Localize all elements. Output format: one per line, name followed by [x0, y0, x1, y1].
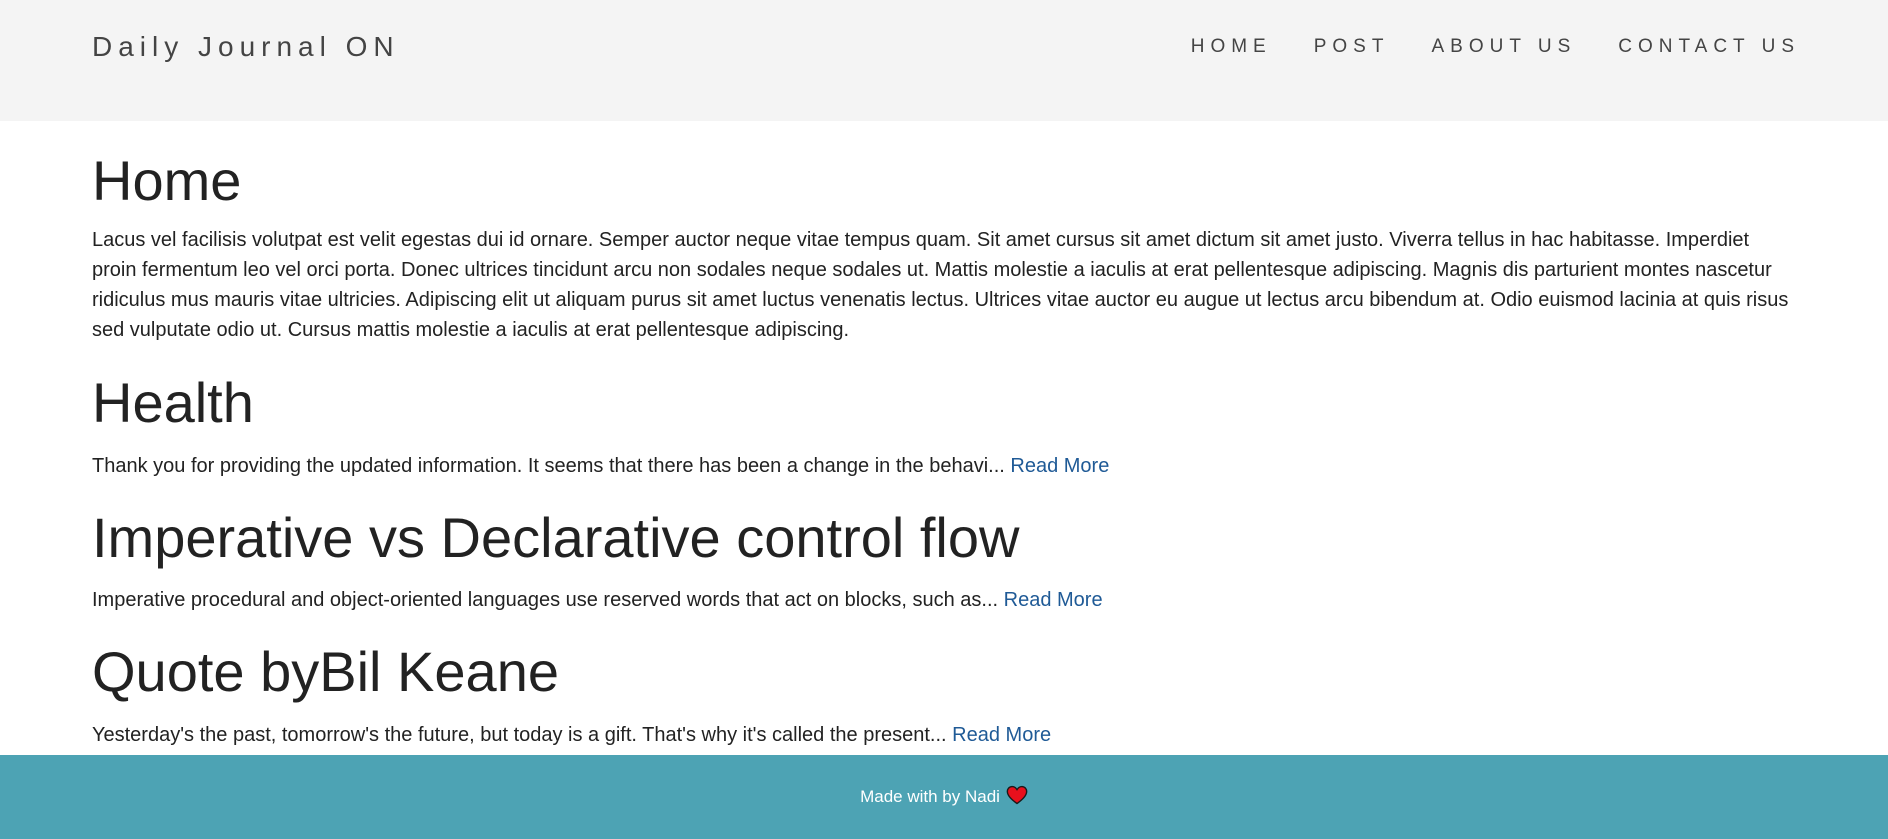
- home-text: Lacus vel facilisis volutpat est velit e…: [92, 229, 1789, 341]
- post-excerpt-text: Yesterday's the past, tomorrow's the fut…: [92, 724, 947, 746]
- site-footer: Made with by Nadi: [0, 755, 1888, 839]
- read-more-link[interactable]: Read More: [1004, 589, 1103, 611]
- heart-icon: [1006, 785, 1028, 810]
- nav-about-us-link[interactable]: ABOUT US: [1431, 36, 1576, 58]
- post-excerpt-text: Imperative procedural and object-oriente…: [92, 589, 999, 611]
- nav-home-link[interactable]: HOME: [1191, 36, 1272, 58]
- nav-post-link[interactable]: POST: [1314, 36, 1390, 58]
- post-excerpt-text: Thank you for providing the updated info…: [92, 455, 1005, 477]
- read-more-link[interactable]: Read More: [952, 724, 1051, 746]
- read-more-link[interactable]: Read More: [1010, 455, 1109, 477]
- site-header: Daily Journal ON HOME POST ABOUT US CONT…: [0, 0, 1888, 121]
- main-nav: HOME POST ABOUT US CONTACT US: [1149, 36, 1800, 58]
- footer-credit: Made with by Nadi: [860, 787, 1000, 806]
- post-excerpt: Thank you for providing the updated info…: [92, 451, 1109, 481]
- post-title: Imperative vs Declarative control flow: [92, 506, 1020, 569]
- post-excerpt: Imperative procedural and object-oriente…: [92, 585, 1103, 615]
- nav-contact-us-link[interactable]: CONTACT US: [1618, 36, 1800, 58]
- home-title: Home: [92, 149, 242, 212]
- post-excerpt: Yesterday's the past, tomorrow's the fut…: [92, 720, 1051, 750]
- post-title: Quote byBil Keane: [92, 640, 559, 703]
- post-title: Health: [92, 371, 254, 434]
- site-brand-link[interactable]: Daily Journal ON: [92, 30, 400, 64]
